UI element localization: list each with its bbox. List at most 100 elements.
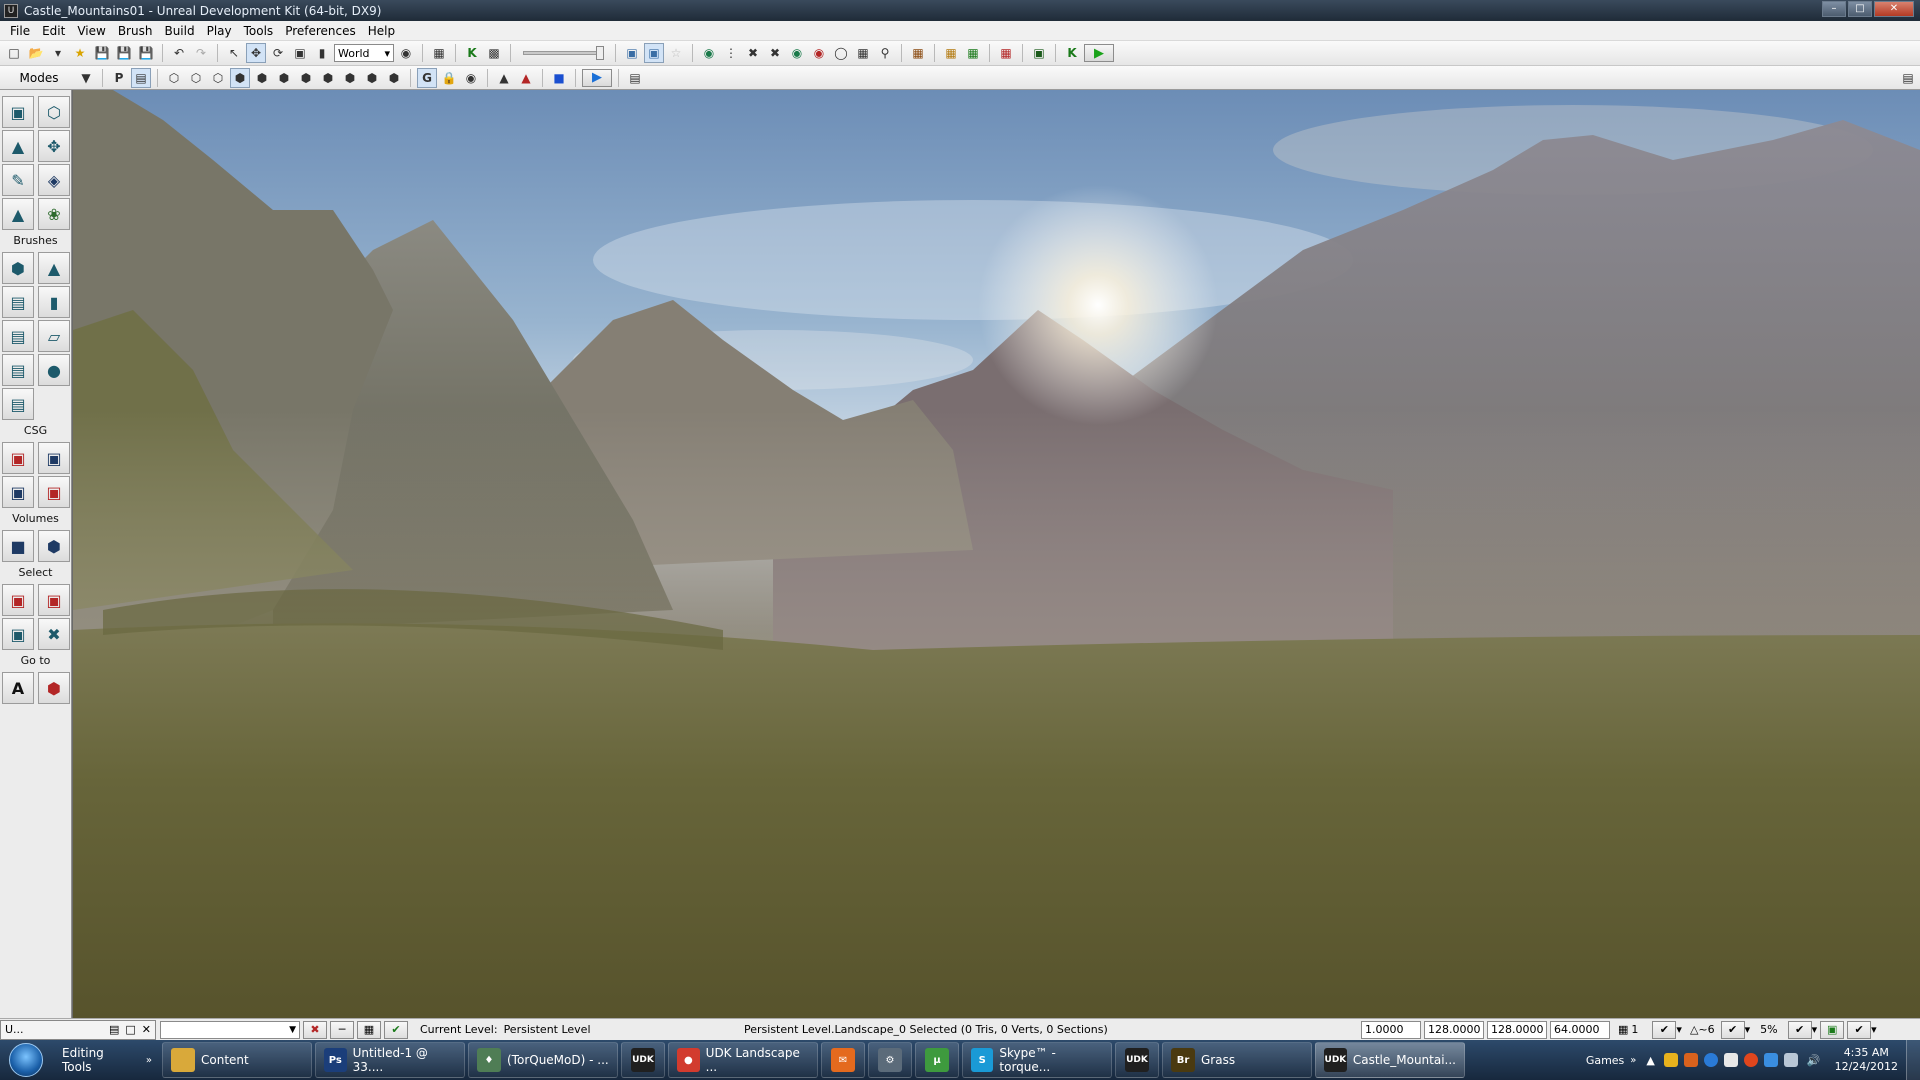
console-icon[interactable]: ▣ bbox=[1029, 43, 1049, 63]
menu-brush[interactable]: Brush bbox=[112, 24, 159, 38]
speed-slider[interactable] bbox=[523, 46, 604, 60]
chevron-down-icon[interactable]: ▾ bbox=[1676, 1023, 1682, 1036]
tray-app-icon[interactable] bbox=[1703, 1053, 1718, 1067]
menu-tools[interactable]: Tools bbox=[238, 24, 280, 38]
foliage-mode-icon[interactable]: ❀ bbox=[38, 198, 70, 230]
show-selected-icon[interactable]: ▣ bbox=[2, 584, 34, 616]
spiral-stair-icon[interactable]: ▤ bbox=[2, 354, 34, 386]
csg-intersect-icon[interactable]: ▣ bbox=[2, 476, 34, 508]
add-volume-icon[interactable]: ■ bbox=[2, 530, 34, 562]
lighting-quality-icon[interactable]: ◉ bbox=[787, 43, 807, 63]
lightmap-density-icon[interactable]: ⬢ bbox=[362, 68, 382, 88]
build-cover-icon[interactable]: ⋮ bbox=[721, 43, 741, 63]
chevron-down-icon[interactable]: ▾ bbox=[1871, 1023, 1877, 1036]
menu-preferences[interactable]: Preferences bbox=[279, 24, 362, 38]
landscape-mode-icon[interactable]: ▲ bbox=[2, 198, 34, 230]
close-button[interactable]: ✕ bbox=[1874, 1, 1914, 17]
film-icon[interactable]: ▦ bbox=[908, 43, 928, 63]
menu-build[interactable]: Build bbox=[158, 24, 200, 38]
unlit-icon[interactable]: ⬡ bbox=[208, 68, 228, 88]
show-hidden-icons-icon[interactable]: ▲ bbox=[1646, 1054, 1654, 1067]
viewport-options-icon[interactable]: ▤ bbox=[625, 68, 645, 88]
select-tool-icon[interactable]: ↖ bbox=[224, 43, 244, 63]
menu-view[interactable]: View bbox=[71, 24, 111, 38]
game-view-icon[interactable]: G bbox=[417, 67, 437, 88]
realtime-icon[interactable]: ▤ bbox=[131, 67, 151, 88]
translate-tool-icon[interactable]: ✥ bbox=[246, 43, 266, 63]
brush-wireframe-icon[interactable]: ⬡ bbox=[164, 68, 184, 88]
show-desktop-button[interactable] bbox=[1906, 1040, 1920, 1080]
build-paths-icon[interactable]: ☆ bbox=[666, 43, 686, 63]
scale-tool-icon[interactable]: ▣ bbox=[290, 43, 310, 63]
csg-deintersect-icon[interactable]: ▣ bbox=[38, 476, 70, 508]
taskbar-button[interactable]: ● UDK Landscape ... bbox=[668, 1042, 818, 1078]
taskbar-button[interactable]: UDK bbox=[621, 1042, 665, 1078]
geometry-mode-icon[interactable]: ⬡ bbox=[38, 96, 70, 128]
kismet-icon[interactable]: K bbox=[462, 43, 482, 63]
chevron-down-icon[interactable]: ▾ bbox=[1812, 1023, 1818, 1036]
tray-app-icon[interactable] bbox=[1743, 1053, 1758, 1067]
invert-selection-icon[interactable]: ▣ bbox=[2, 618, 34, 650]
chevron-down-icon[interactable]: ▾ bbox=[1745, 1023, 1751, 1036]
tray-app-icon[interactable] bbox=[1683, 1053, 1698, 1067]
volume-icon[interactable]: 🔊 bbox=[1807, 1054, 1821, 1067]
play-in-editor-icon[interactable]: ▦ bbox=[963, 43, 983, 63]
chevron-right-icon[interactable]: » bbox=[1630, 1055, 1636, 1066]
clock[interactable]: 4:35 AM 12/24/2012 bbox=[1827, 1046, 1906, 1074]
grid-icon[interactable]: ▦ bbox=[1618, 1023, 1628, 1036]
scale-snap-checkbox[interactable]: ✔ bbox=[1787, 1020, 1812, 1039]
taskbar-button[interactable]: Content bbox=[162, 1042, 312, 1078]
hide-selected-icon[interactable]: ▣ bbox=[38, 584, 70, 616]
taskbar-button[interactable]: UDK Castle_Mountai... bbox=[1315, 1042, 1465, 1078]
sphere-brush-icon[interactable]: ● bbox=[38, 354, 70, 386]
search-icon[interactable]: ⚲ bbox=[875, 43, 895, 63]
drag-grid-icon[interactable]: ─ bbox=[330, 1020, 354, 1039]
goto-actor-icon[interactable]: A bbox=[2, 672, 34, 704]
position-field-3[interactable]: 128.0000 bbox=[1487, 1020, 1547, 1039]
mesh-paint-icon[interactable]: ◈ bbox=[38, 164, 70, 196]
redo-icon[interactable]: ↷ bbox=[191, 43, 211, 63]
translate-widget-icon[interactable]: ✥ bbox=[38, 130, 70, 162]
taskbar-button[interactable]: ✉ bbox=[821, 1042, 865, 1078]
restore-icon[interactable]: ▤ bbox=[109, 1023, 119, 1036]
chevron-right-icon[interactable]: » bbox=[146, 1055, 152, 1066]
play-in-viewport-button[interactable]: ▶ bbox=[582, 68, 612, 87]
taskbar-button[interactable]: UDK bbox=[1115, 1042, 1159, 1078]
cylinder-brush-icon[interactable]: ▮ bbox=[38, 286, 70, 318]
content-browser-icon[interactable]: ▩ bbox=[484, 43, 504, 63]
open-icon[interactable]: 📂 bbox=[26, 43, 46, 63]
modes-dropdown-icon[interactable]: ▼ bbox=[76, 68, 96, 88]
matinee-icon[interactable]: ▦ bbox=[429, 43, 449, 63]
stop-icon[interactable]: ■ bbox=[549, 68, 569, 88]
build-icon-a[interactable]: ✖ bbox=[743, 43, 763, 63]
menu-help[interactable]: Help bbox=[362, 24, 401, 38]
new-icon[interactable]: □ bbox=[4, 43, 24, 63]
close-icon[interactable]: ✕ bbox=[142, 1023, 151, 1036]
save-current-icon[interactable]: 💾 bbox=[136, 43, 156, 63]
lit-lightmap-icon[interactable]: ⬢ bbox=[384, 68, 404, 88]
volumetric-brush-icon[interactable]: ▤ bbox=[2, 388, 34, 420]
texture-density-icon[interactable]: ⬢ bbox=[318, 68, 338, 88]
network-icon[interactable] bbox=[1783, 1053, 1798, 1067]
cook-icon[interactable]: ◉ bbox=[809, 43, 829, 63]
level-check-icon[interactable]: ✔ bbox=[384, 1020, 408, 1039]
eye-icon[interactable]: ◉ bbox=[461, 68, 481, 88]
position-field-2[interactable]: 128.0000 bbox=[1424, 1020, 1484, 1039]
build-all-icon[interactable]: ◉ bbox=[699, 43, 719, 63]
tray-app-icon[interactable] bbox=[1663, 1053, 1678, 1067]
record-icon[interactable]: ▦ bbox=[996, 43, 1016, 63]
coord-system-select[interactable]: World ▾ bbox=[334, 44, 394, 62]
wireframe-icon[interactable]: ⬡ bbox=[186, 68, 206, 88]
taskbar-button[interactable]: S Skype™ - torque... bbox=[962, 1042, 1112, 1078]
grid-icon[interactable]: ▦ bbox=[853, 43, 873, 63]
menu-edit[interactable]: Edit bbox=[36, 24, 71, 38]
perspective-icon[interactable]: P bbox=[109, 68, 129, 88]
cinematic-icon[interactable]: ▦ bbox=[941, 43, 961, 63]
camera-mode-icon[interactable]: ▣ bbox=[2, 96, 34, 128]
save-all-icon[interactable]: 💾 bbox=[114, 43, 134, 63]
lighting-only-icon[interactable]: ⬢ bbox=[274, 68, 294, 88]
play-on-pc-button[interactable]: ▶ bbox=[1084, 44, 1114, 62]
linear-stair-icon[interactable]: ▤ bbox=[2, 320, 34, 352]
detail-lighting-icon[interactable]: ⬢ bbox=[252, 68, 272, 88]
menu-play[interactable]: Play bbox=[201, 24, 238, 38]
